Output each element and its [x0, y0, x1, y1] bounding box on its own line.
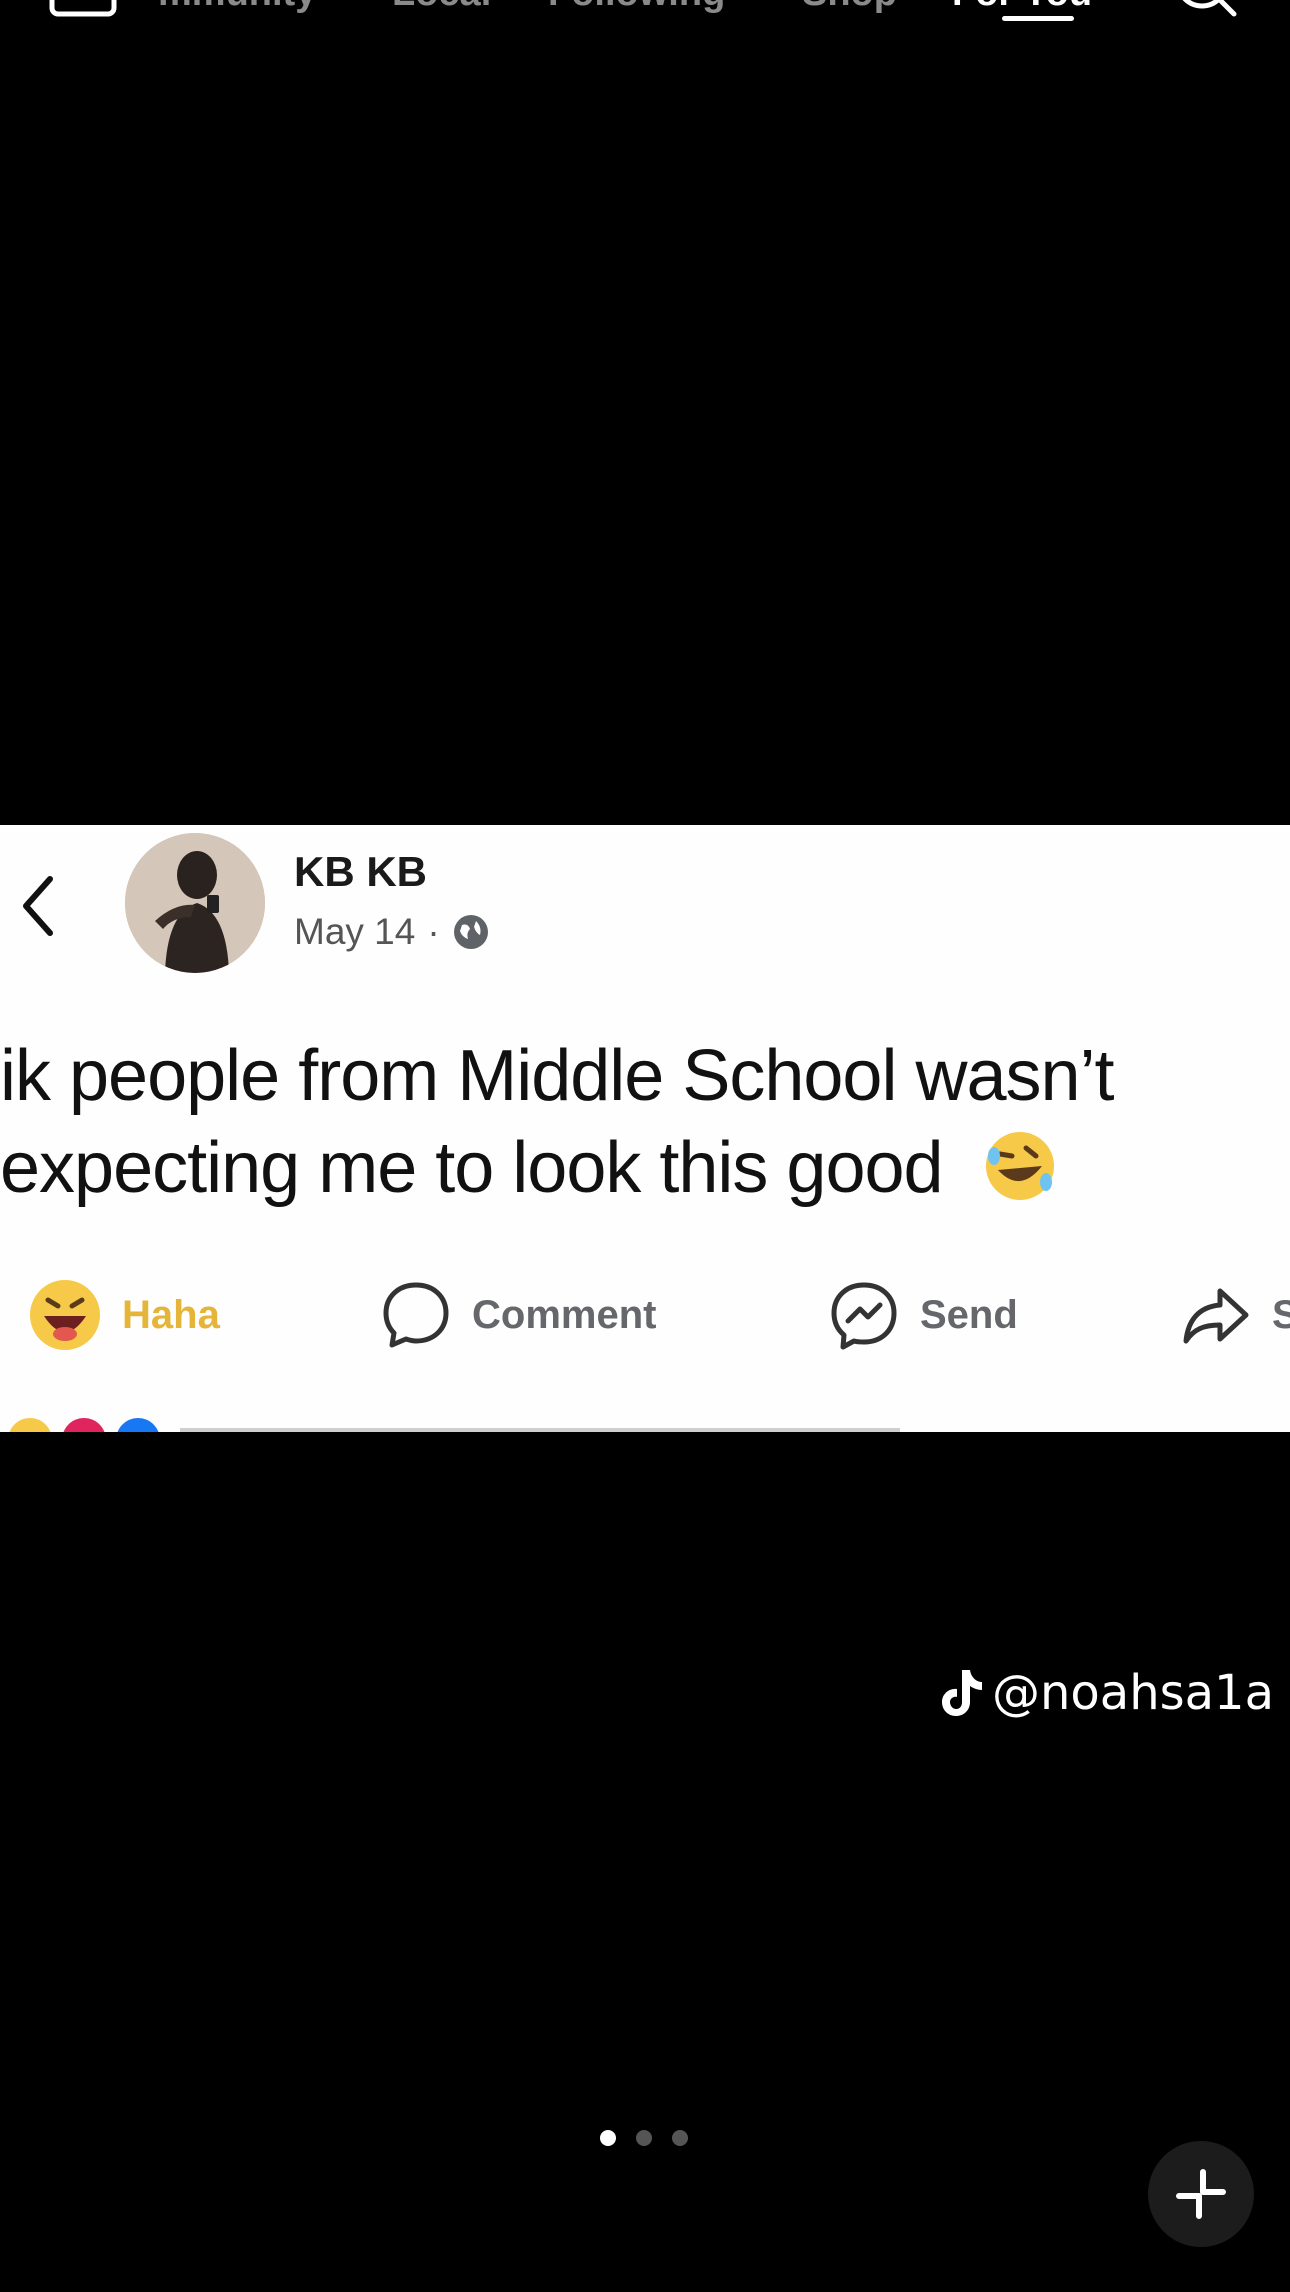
comment-label: Comment: [472, 1292, 657, 1337]
tiktok-watermark: @noahsa1a: [940, 1665, 1274, 1721]
tab-local[interactable]: Local: [392, 0, 491, 15]
live-icon[interactable]: [48, 0, 118, 22]
post-text: ik people from Middle School wasn’t expe…: [0, 1030, 1290, 1214]
collapse-button[interactable]: [1148, 2141, 1254, 2247]
post-date: May 14: [294, 911, 416, 952]
tiktok-logo-icon: [942, 1670, 982, 1716]
haha-reaction-button: Haha: [28, 1265, 220, 1365]
search-icon[interactable]: [1170, 0, 1240, 18]
haha-emoji-icon: [30, 1280, 100, 1350]
post-actions: Haha Comment Send S: [0, 1265, 1290, 1365]
pager-dot[interactable]: [636, 2130, 652, 2146]
post-image: KB KB May 14 · ik people from Middle Sch…: [0, 825, 1290, 1432]
tab-following[interactable]: Following: [548, 0, 725, 15]
haha-label: Haha: [122, 1292, 220, 1337]
tab-shop[interactable]: Shop: [802, 0, 897, 15]
send-label: Send: [920, 1292, 1018, 1337]
reaction-icons-strip: [9, 1418, 900, 1432]
watermark-handle: @noahsa1a: [992, 1665, 1274, 1721]
share-label: S: [1272, 1292, 1290, 1337]
carousel-pager: [600, 2130, 688, 2146]
share-arrow-icon: [1183, 1288, 1249, 1344]
collapse-icon: [1176, 2169, 1226, 2219]
person-photo-icon: [125, 833, 265, 973]
post-text-line-2: expecting me to look this good: [0, 1122, 1290, 1214]
author-name: KB KB: [294, 848, 427, 895]
tab-for-you[interactable]: For You: [952, 0, 1092, 15]
post-text-line-1: ik people from Middle School wasn’t: [0, 1036, 1115, 1116]
meta-separator: ·: [427, 911, 440, 952]
avatar: [125, 833, 265, 973]
pager-dot[interactable]: [672, 2130, 688, 2146]
post-meta: May 14 ·: [294, 911, 490, 953]
back-chevron-icon: [23, 876, 53, 936]
comment-button: Comment: [380, 1265, 656, 1365]
send-button: Send: [828, 1265, 1018, 1365]
share-button: S: [1180, 1265, 1290, 1365]
pager-dot[interactable]: [600, 2130, 616, 2146]
post-text-line-2-text: expecting me to look this good: [0, 1128, 944, 1208]
active-tab-indicator: [1002, 16, 1074, 21]
top-navigation: mmunity Local Following Shop For You: [0, 0, 1290, 52]
comment-bubble-icon: [383, 1282, 449, 1348]
messenger-icon: [831, 1282, 897, 1350]
tab-community[interactable]: mmunity: [158, 0, 316, 15]
globe-icon: [453, 915, 488, 949]
rofl-emoji-icon: [985, 1132, 1054, 1200]
